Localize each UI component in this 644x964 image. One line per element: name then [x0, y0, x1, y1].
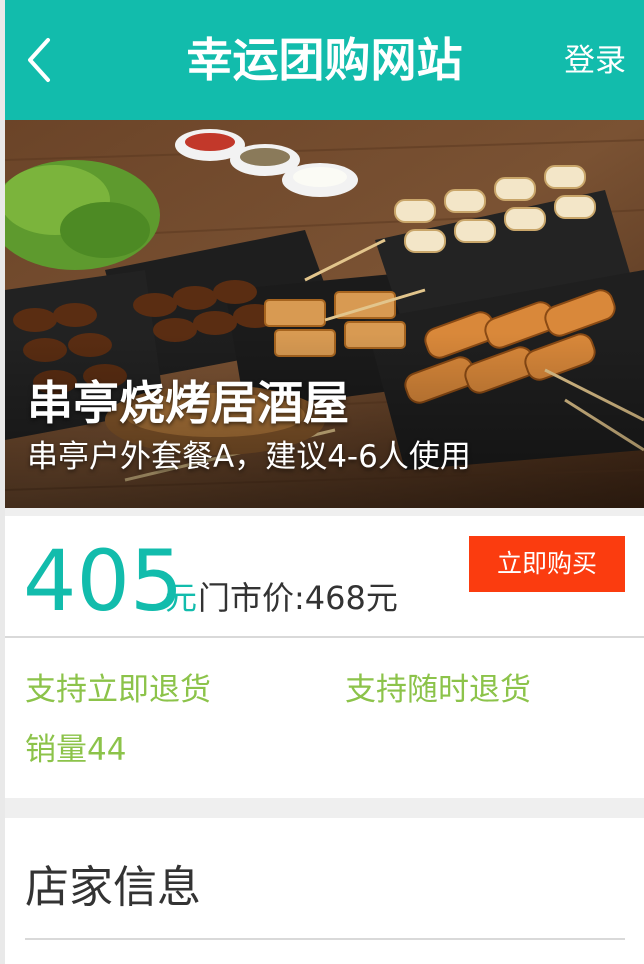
- section-gap: [5, 508, 644, 516]
- sales-count: 销量44: [25, 732, 127, 768]
- divider: [25, 938, 625, 940]
- hero-banner: 串亭烧烤居酒屋 串亭户外套餐A，建议4-6人使用: [5, 120, 644, 508]
- buy-now-button[interactable]: 立即购买: [469, 536, 625, 592]
- login-button[interactable]: 登录: [564, 38, 626, 84]
- page: 幸运团购网站 登录 串亭烧烤居酒屋 串亭户外套餐A，建议4-6人使用 405 元…: [0, 0, 644, 964]
- top-bar: 幸运团购网站 登录: [5, 0, 644, 120]
- store-info-title: 店家信息: [25, 862, 201, 913]
- page-title: 幸运团购网站: [186, 33, 463, 87]
- market-price: 门市价:468元: [198, 579, 398, 617]
- features-section: 支持立即退货 支持随时退货 销量44: [5, 638, 644, 798]
- price-section: 405 元 门市价:468元 立即购买: [5, 516, 644, 638]
- feature-refund-anytime: 支持随时退货: [345, 672, 531, 708]
- store-name: 串亭烧烤居酒屋: [27, 376, 349, 430]
- section-gap: [5, 798, 644, 818]
- feature-refund-immediate: 支持立即退货: [25, 672, 211, 708]
- package-description: 串亭户外套餐A，建议4-6人使用: [27, 439, 471, 475]
- deal-price: 405: [23, 532, 184, 630]
- price-unit: 元: [165, 579, 198, 617]
- store-info-section: 店家信息: [5, 818, 644, 964]
